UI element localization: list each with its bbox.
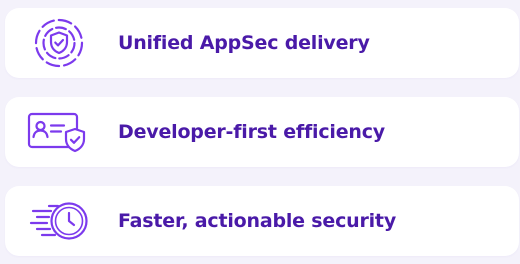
feature-card-unified-appsec: Unified AppSec delivery xyxy=(5,8,519,78)
id-card-shield-icon xyxy=(23,104,95,160)
fast-clock-icon xyxy=(23,193,95,249)
feature-card-faster-security: Faster, actionable security xyxy=(5,186,519,256)
feature-card-developer-first: Developer-first efficiency xyxy=(5,97,519,167)
feature-list: Unified AppSec delivery Developer-first … xyxy=(0,0,520,264)
feature-label: Faster, actionable security xyxy=(118,210,397,232)
feature-label: Unified AppSec delivery xyxy=(118,32,370,54)
feature-label: Developer-first efficiency xyxy=(118,121,385,143)
shield-gear-icon xyxy=(23,15,95,71)
